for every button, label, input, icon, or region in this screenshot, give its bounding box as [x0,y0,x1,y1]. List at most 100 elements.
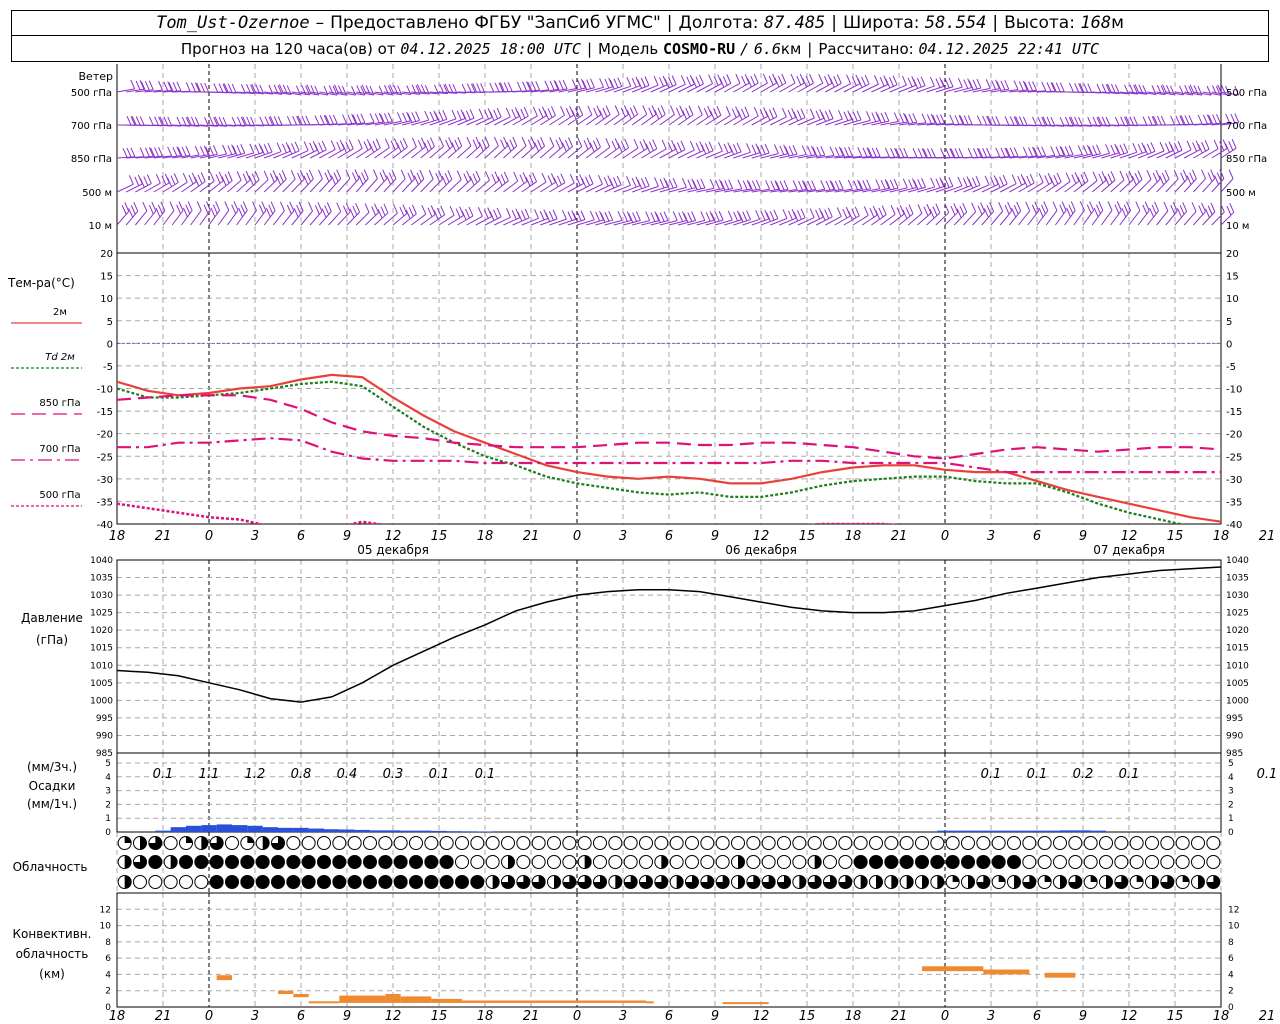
wind-barb-tick [613,78,619,88]
wind-barb [208,180,224,193]
wind-barb-tick [986,205,992,215]
wind-barb-tick [326,202,332,212]
wind-barb [567,183,584,193]
wind-barb-tick [135,116,141,126]
wind-barb [116,211,130,226]
wind-barb-tick [903,112,908,123]
wind-barb-tick [267,142,273,153]
wind-barb-tick [603,177,609,187]
wind-barb-tick [130,205,136,215]
pressure-ytick-left: 990 [96,731,113,741]
wind-barb-tick [1175,115,1181,125]
cloud-symbol [179,875,193,889]
wind-barb [714,219,733,226]
wind-barb-tick [1191,169,1197,179]
wind-barb-tick [410,169,415,180]
cloud-symbol-fill [968,875,975,889]
wind-barb-tick [599,210,604,221]
wind-barb-tick [866,179,872,189]
wind-barb-tick [718,210,724,221]
pressure-ytick-left: 1020 [90,626,113,636]
wind-barb-tick [1041,204,1046,215]
wind-barb-tick [626,76,632,87]
cloud-symbol [1037,855,1052,869]
wind-barb-tick [671,75,677,85]
convective-cloud-bar [646,1001,654,1004]
cloud-symbol [133,875,147,889]
wind-barb-tick [513,171,519,182]
wind-barb [898,187,917,193]
conv-ytick-right: 12 [1228,905,1239,915]
wind-barb-tick [792,180,798,190]
cloud-symbol [1053,836,1067,850]
wind-barb [650,84,668,93]
cloud-symbol [409,836,423,850]
wind-barb-tick [1226,205,1232,216]
time-tick-top: 0 [941,529,949,544]
cloud-symbol [685,855,699,869]
cloud-symbol [1175,855,1190,869]
wind-barb-tick [516,81,522,92]
cloud-symbol [761,855,776,869]
wind-barb-tick [512,136,518,147]
wind-barb [724,219,742,226]
wind-barb-tick [185,204,191,214]
wind-barb [365,178,378,193]
wind-barb-tick [691,78,697,88]
wind-barb-tick [809,108,815,119]
wind-barb-tick [562,79,568,90]
wind-barb [677,83,695,93]
wind-barb-tick [314,144,320,154]
cloud-symbol-fill [1136,875,1144,882]
wind-barb [1193,211,1206,226]
wind-barb-tick [787,210,793,220]
wind-barb-tick [128,208,134,218]
wind-barb-tick [489,111,495,121]
wind-barb-tick [652,139,658,149]
time-tick-top: 18 [845,529,862,544]
wind-barb-tick [671,140,677,150]
wind-barb-tick [903,147,909,158]
wind-barb-tick [158,146,163,157]
wind-barb-tick [541,172,547,183]
wind-barb-tick [456,170,462,180]
wind-barb-tick [939,77,945,87]
cloud-symbol [654,836,669,850]
wind-barb-tick [167,177,173,187]
wind-barb-tick [613,177,618,187]
time-tick-bottom: 3 [251,1009,259,1024]
pressure-unit-label: (гПа) [36,633,68,647]
wind-barb-tick [963,115,969,125]
wind-barb-tick [611,140,617,151]
cloud-symbol-overcast [470,875,484,889]
precip-ytick-right: 1 [1228,814,1234,824]
wind-barb-tick [1028,81,1034,91]
wind-barb-tick [917,179,923,189]
wind-barb-tick [455,208,461,218]
time-tick-top: 9 [343,529,351,544]
wind-barb-tick [881,205,887,215]
precip-bar [262,827,278,832]
wind-barb [1211,148,1228,159]
time-tick-bottom: 18 [845,1009,862,1024]
wind-barb [788,82,805,93]
wind-barb-tick [1087,83,1093,93]
wind-barb-tick [386,175,392,185]
wind-barb [779,217,797,226]
wind-barb-tick [755,143,761,153]
wind-barb-tick [155,174,161,184]
wind-barb [475,116,493,126]
wind-barb-tick [161,175,167,186]
wind-barb [438,118,457,126]
wind-barb [355,178,369,193]
wind-barb-tick [1022,147,1028,157]
wind-barb-tick [308,201,313,212]
wind-barb [181,181,197,193]
precip-bar [1014,830,1030,832]
wind-barb-tick [728,179,734,189]
wind-barb [604,219,623,226]
wind-barb-tick [487,207,493,217]
wind-barb-tick [1086,144,1092,155]
cloud-symbol-fill [860,875,868,889]
wind-barb-tick [327,169,333,179]
